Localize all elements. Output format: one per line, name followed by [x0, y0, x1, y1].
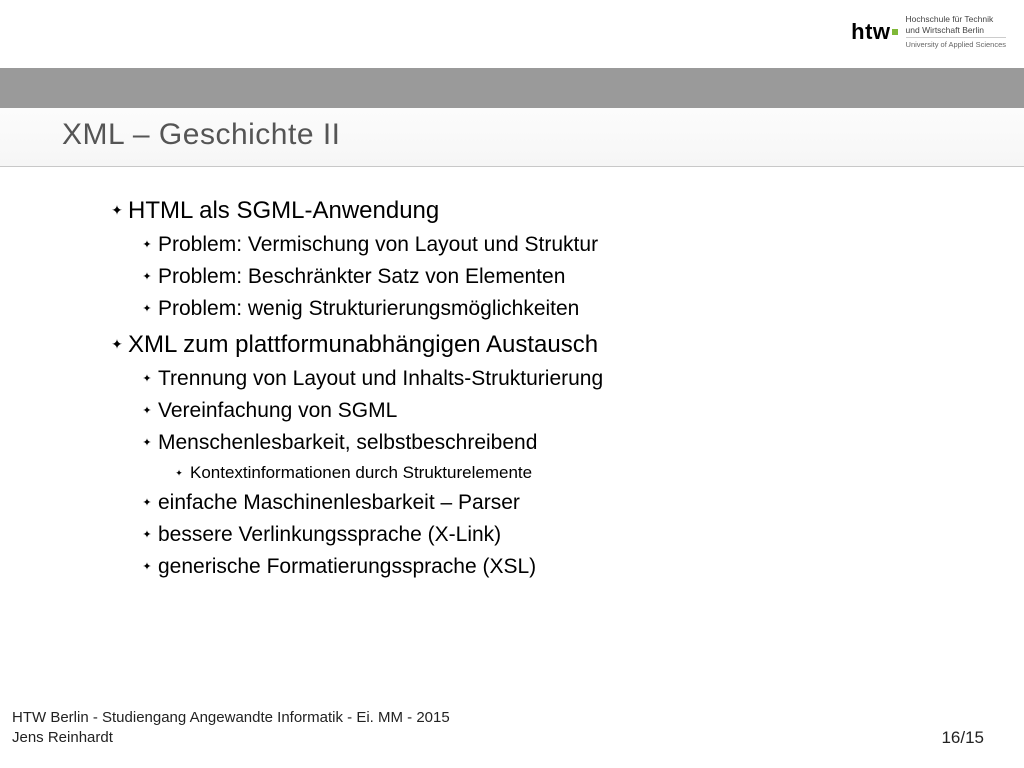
diamond-bullet-icon: ✦ — [110, 202, 124, 219]
list-item: ✦ Kontextinformationen durch Strukturelem… — [172, 463, 984, 483]
diamond-bullet-icon: ✦ — [140, 528, 154, 541]
footer-info: HTW Berlin - Studiengang Angewandte Info… — [12, 708, 450, 728]
footer-left: HTW Berlin - Studiengang Angewandte Info… — [12, 708, 450, 749]
item-text: Kontextinformationen durch Struktureleme… — [190, 463, 532, 482]
diamond-bullet-icon: ✦ — [110, 336, 124, 353]
list-item: ✦ Problem: Beschränkter Satz von Elemente… — [140, 265, 984, 289]
page-number: 16/15 — [941, 728, 984, 748]
logo-subline: University of Applied Sciences — [906, 37, 1006, 49]
list-item: ✦ generische Formatierungssprache (XSL) — [140, 555, 984, 579]
logo: htw Hochschule für Technik und Wirtschaf… — [851, 14, 1006, 50]
item-text: Problem: wenig Strukturierungsmöglichkei… — [158, 297, 579, 320]
gray-banner — [0, 68, 1024, 108]
logo-text-main: htw — [851, 19, 890, 44]
diamond-bullet-icon: ✦ — [140, 372, 154, 385]
list-item: ✦ Problem: wenig Strukturierungsmöglichke… — [140, 297, 984, 321]
logo-main: htw — [851, 19, 897, 45]
list-item: ✦XML zum plattformunabhängigen Austausch — [110, 331, 984, 359]
item-text: Vereinfachung von SGML — [158, 399, 397, 422]
list-item: ✦ einfache Maschinenlesbarkeit – Parser — [140, 491, 984, 515]
diamond-bullet-icon: ✦ — [172, 468, 186, 479]
header-bar: htw Hochschule für Technik und Wirtschaf… — [0, 0, 1024, 68]
item-text: XML zum plattformunabhängigen Austausch — [128, 331, 598, 358]
item-text: generische Formatierungssprache (XSL) — [158, 555, 536, 578]
diamond-bullet-icon: ✦ — [140, 238, 154, 251]
diamond-bullet-icon: ✦ — [140, 436, 154, 449]
logo-line1: Hochschule für Technik — [906, 14, 1006, 25]
list-item: ✦ bessere Verlinkungssprache (X-Link) — [140, 523, 984, 547]
footer-author: Jens Reinhardt — [12, 728, 450, 748]
logo-dot-icon — [892, 29, 898, 35]
item-text: einfache Maschinenlesbarkeit – Parser — [158, 491, 520, 514]
list-item: ✦ Trennung von Layout und Inhalts-Struktu… — [140, 367, 984, 391]
footer: HTW Berlin - Studiengang Angewandte Info… — [0, 708, 1024, 749]
item-text: Trennung von Layout und Inhalts-Struktur… — [158, 367, 603, 390]
item-text: Problem: Vermischung von Layout und Stru… — [158, 233, 598, 256]
diamond-bullet-icon: ✦ — [140, 270, 154, 283]
list-item: ✦ Problem: Vermischung von Layout und Str… — [140, 233, 984, 257]
diamond-bullet-icon: ✦ — [140, 302, 154, 315]
item-text: bessere Verlinkungssprache (X-Link) — [158, 523, 501, 546]
item-text: HTML als SGML-Anwendung — [128, 197, 439, 224]
list-item: ✦HTML als SGML-Anwendung — [110, 197, 984, 225]
diamond-bullet-icon: ✦ — [140, 496, 154, 509]
list-item: ✦ Vereinfachung von SGML — [140, 399, 984, 423]
diamond-bullet-icon: ✦ — [140, 560, 154, 573]
list-item: ✦ Menschenlesbarkeit, selbstbeschreibend — [140, 431, 984, 455]
slide-content: ✦HTML als SGML-Anwendung ✦Problem: Vermi… — [0, 167, 1024, 579]
item-text: Menschenlesbarkeit, selbstbeschreibend — [158, 431, 537, 454]
slide-title: XML – Geschichte II — [62, 118, 1024, 152]
logo-line2: und Wirtschaft Berlin — [906, 25, 1006, 36]
logo-caption: Hochschule für Technik und Wirtschaft Be… — [906, 14, 1006, 50]
item-text: Problem: Beschränkter Satz von Elementen — [158, 265, 565, 288]
title-area: XML – Geschichte II — [0, 108, 1024, 167]
diamond-bullet-icon: ✦ — [140, 404, 154, 417]
